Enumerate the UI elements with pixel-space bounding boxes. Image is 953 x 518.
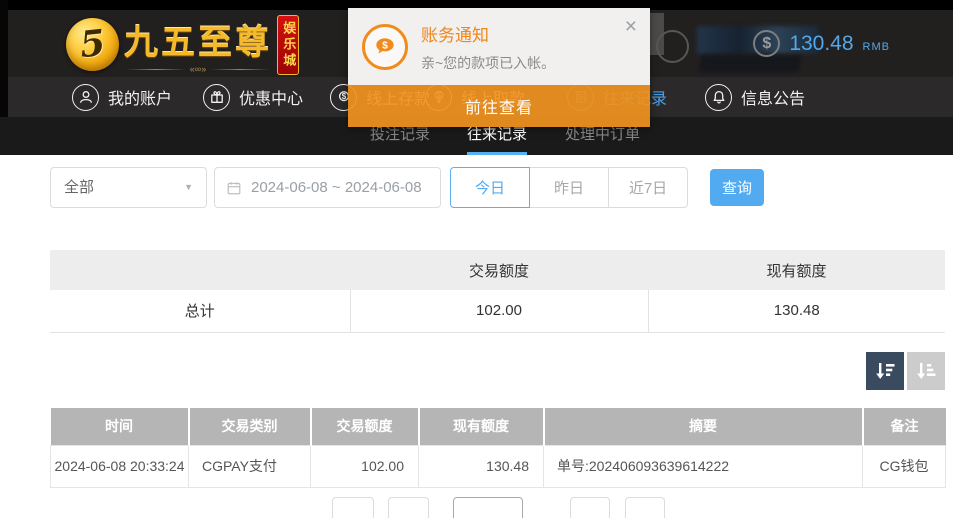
category-select-value: 全部 xyxy=(64,179,95,196)
quick-range-group: 今日 昨日 近7日 xyxy=(450,167,688,208)
summary-total-balance: 130.48 xyxy=(647,290,945,333)
caret-down-icon: ▼ xyxy=(184,182,193,192)
logo-title: 九五至尊 xyxy=(124,23,272,62)
sort-controls xyxy=(866,352,945,390)
nav-item-my-account[interactable]: 我的账户 xyxy=(72,77,172,117)
nav-item-announcements[interactable]: 信息公告 xyxy=(705,77,805,117)
content-area: 全部 ▼ 2024-06-08 ~ 2024-06-08 今日 昨日 近7日 查… xyxy=(0,155,953,518)
avatar xyxy=(656,30,689,63)
svg-text:$: $ xyxy=(382,40,388,51)
summary-total-label: 总计 xyxy=(50,290,350,333)
pagination-button[interactable] xyxy=(625,497,665,518)
summary-header-balance: 现有额度 xyxy=(648,250,945,290)
col-balance: 现有额度 xyxy=(418,408,545,445)
summary-header-transaction: 交易额度 xyxy=(350,250,648,290)
nav-label: 我的账户 xyxy=(108,91,173,108)
today-button[interactable]: 今日 xyxy=(450,167,530,208)
cell-remark: CG钱包 xyxy=(862,444,946,488)
yesterday-button[interactable]: 昨日 xyxy=(529,167,609,208)
cell-type: CGPAY支付 xyxy=(188,444,311,488)
col-type: 交易类别 xyxy=(188,408,312,445)
pagination-current-page[interactable] xyxy=(453,497,523,518)
col-time: 时间 xyxy=(50,408,190,445)
sort-ascending-button[interactable] xyxy=(907,352,945,390)
logo-badge: 娱乐城 xyxy=(277,15,300,75)
calendar-icon xyxy=(227,181,241,194)
nav-item-promotions[interactable]: 优惠中心 xyxy=(203,77,303,117)
sort-descending-icon xyxy=(876,363,895,379)
go-view-button[interactable]: 前往查看 xyxy=(348,85,650,127)
censored-subtext xyxy=(698,55,802,72)
cell-balance: 130.48 xyxy=(418,444,544,488)
summary-total-row: 总计 102.00 130.48 xyxy=(50,290,945,333)
sort-descending-button[interactable] xyxy=(866,352,904,390)
pagination-button[interactable] xyxy=(332,497,374,518)
table-row: 2024-06-08 20:33:24 CGPAY支付 102.00 130.4… xyxy=(50,444,946,488)
money-speech-bubble-icon: $ xyxy=(362,23,408,70)
records-table: 时间 交易类别 交易额度 现有额度 摘要 备注 2024-06-08 20:33… xyxy=(50,408,946,488)
summary-header-row: 交易额度 现有额度 xyxy=(50,250,945,290)
toast-message: 亲~您的款项已入帐。 xyxy=(421,54,556,71)
toast-title: 账务通知 xyxy=(421,25,489,45)
nav-label: 信息公告 xyxy=(741,91,806,108)
category-select[interactable]: 全部 ▼ xyxy=(50,167,207,208)
date-range-value: 2024-06-08 ~ 2024-06-08 xyxy=(251,179,422,196)
user-icon xyxy=(72,83,99,111)
account-notification-toast: $ 账务通知 亲~您的款项已入帐。 × 前往查看 xyxy=(348,8,650,127)
balance-amount: 130.48 xyxy=(789,31,854,55)
cell-summary: 单号:202406093639614222 xyxy=(543,444,863,488)
col-summary: 摘要 xyxy=(543,408,864,445)
balance-currency: RMB xyxy=(862,40,890,53)
svg-text:$: $ xyxy=(341,92,346,101)
left-black-edge xyxy=(0,0,8,117)
logo-flourish: «∞» xyxy=(126,64,270,74)
dollar-circle-icon: $ xyxy=(753,30,781,57)
col-amount: 交易额度 xyxy=(310,408,420,445)
gift-icon xyxy=(203,83,230,111)
logo-coin-icon: 5 xyxy=(66,17,119,71)
site-logo[interactable]: 5 九五至尊 «∞» 娱乐城 xyxy=(66,13,300,75)
search-button[interactable]: 查询 xyxy=(710,169,764,206)
summary-total-transaction: 102.00 xyxy=(349,290,648,333)
sort-ascending-icon xyxy=(917,363,936,379)
pagination-button[interactable] xyxy=(570,497,610,518)
bell-icon xyxy=(705,83,732,111)
date-range-input[interactable]: 2024-06-08 ~ 2024-06-08 xyxy=(214,167,441,208)
logo-symbol: 5 xyxy=(77,21,108,67)
pagination-button[interactable] xyxy=(388,497,429,518)
close-icon[interactable]: × xyxy=(625,16,637,37)
balance-display: $ 130.48 RMB xyxy=(753,30,890,57)
records-header-row: 时间 交易类别 交易额度 现有额度 摘要 备注 xyxy=(50,408,946,445)
cell-amount: 102.00 xyxy=(310,444,419,488)
nav-label: 优惠中心 xyxy=(239,91,304,108)
last7days-button[interactable]: 近7日 xyxy=(608,167,688,208)
summary-header-empty xyxy=(50,250,350,290)
cell-time: 2024-06-08 20:33:24 xyxy=(50,444,189,488)
summary-table: 交易额度 现有额度 总计 102.00 130.48 xyxy=(50,250,945,333)
app-window: 5 九五至尊 «∞» 娱乐城 $ 130.48 RMB 我的账户 优惠中心 $ … xyxy=(0,0,953,518)
col-remark: 备注 xyxy=(862,408,946,445)
